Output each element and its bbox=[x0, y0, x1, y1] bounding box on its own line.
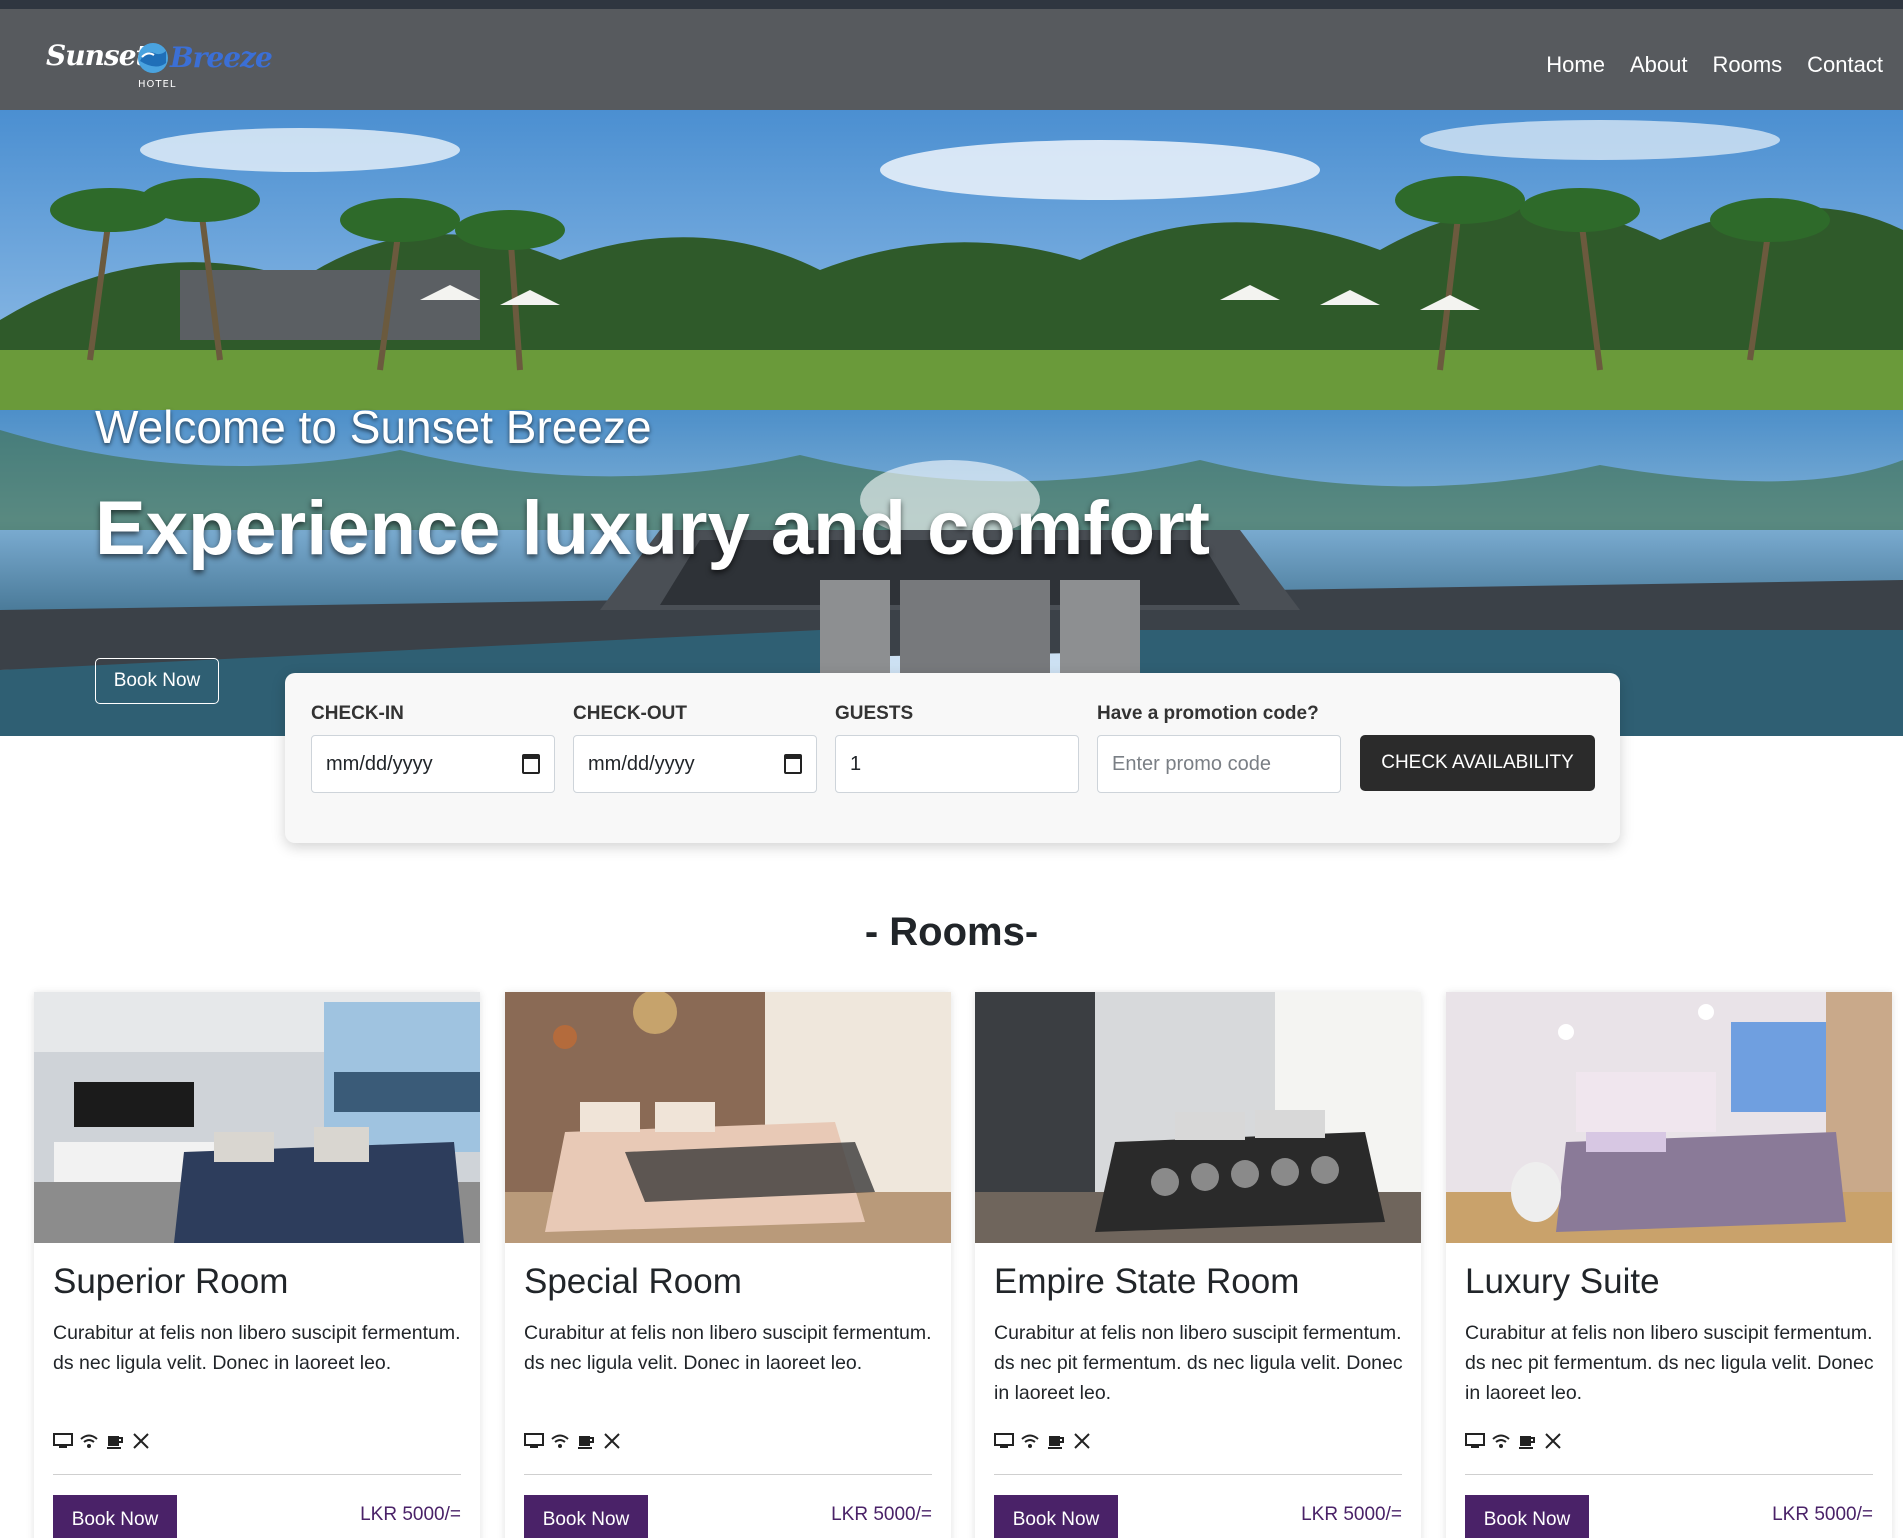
brand-logo[interactable]: Sunset Breeze HOTEL bbox=[46, 37, 276, 97]
logo-text-breeze: Breeze bbox=[170, 41, 273, 74]
room-image-special bbox=[505, 992, 951, 1243]
wave-icon bbox=[138, 43, 168, 73]
coffee-icon bbox=[105, 1432, 125, 1454]
room-description: Curabitur at felis non libero suscipit f… bbox=[53, 1322, 461, 1374]
room-description: Curabitur at felis non libero suscipit f… bbox=[524, 1322, 932, 1374]
guests-input[interactable]: 1 bbox=[835, 735, 1079, 793]
checkout-date-input[interactable]: mm/dd/yyyy bbox=[573, 735, 817, 793]
nav-about[interactable]: About bbox=[1630, 52, 1688, 78]
guests-field-group: GUESTS bbox=[835, 703, 913, 725]
room-price: LKR 5000/= bbox=[831, 1504, 932, 1525]
amenity-icons bbox=[994, 1432, 1098, 1454]
calendar-icon[interactable] bbox=[784, 754, 802, 774]
coffee-icon bbox=[1517, 1432, 1537, 1454]
checkout-value: mm/dd/yyyy bbox=[588, 752, 695, 775]
checkin-field-group: CHECK-IN bbox=[311, 703, 404, 725]
wifi-icon bbox=[79, 1432, 99, 1454]
calendar-icon[interactable] bbox=[522, 754, 540, 774]
room-title: Special Room bbox=[524, 1262, 742, 1301]
amenity-icons bbox=[524, 1432, 628, 1454]
divider bbox=[994, 1474, 1402, 1475]
room-card: Empire State Room Curabitur at felis non… bbox=[975, 992, 1421, 1538]
checkin-date-input[interactable]: mm/dd/yyyy bbox=[311, 735, 555, 793]
tv-icon bbox=[524, 1432, 544, 1454]
dining-icon bbox=[602, 1432, 622, 1454]
room-price: LKR 5000/= bbox=[1301, 1504, 1402, 1525]
book-now-button[interactable]: Book Now bbox=[53, 1495, 177, 1538]
room-title: Luxury Suite bbox=[1465, 1262, 1660, 1301]
guests-value: 1 bbox=[850, 752, 862, 775]
tv-icon bbox=[994, 1432, 1014, 1454]
checkout-label: CHECK-OUT bbox=[573, 703, 687, 724]
checkin-label: CHECK-IN bbox=[311, 703, 404, 724]
room-card: Luxury Suite Curabitur at felis non libe… bbox=[1446, 992, 1892, 1538]
room-card: Special Room Curabitur at felis non libe… bbox=[505, 992, 951, 1538]
navbar: Sunset Breeze HOTEL Home About Rooms Con… bbox=[0, 9, 1903, 110]
amenity-icons bbox=[53, 1432, 157, 1454]
room-title: Superior Room bbox=[53, 1262, 289, 1301]
booking-form: CHECK-IN mm/dd/yyyy CHECK-OUT mm/dd/yyyy… bbox=[285, 673, 1620, 843]
wifi-icon bbox=[1491, 1432, 1511, 1454]
room-image-superior bbox=[34, 992, 480, 1243]
room-price: LKR 5000/= bbox=[360, 1504, 461, 1525]
book-now-button[interactable]: Book Now bbox=[1465, 1495, 1589, 1538]
logo-text-sunset: Sunset bbox=[46, 39, 148, 72]
room-card: Superior Room Curabitur at felis non lib… bbox=[34, 992, 480, 1538]
coffee-icon bbox=[576, 1432, 596, 1454]
room-description: Curabitur at felis non libero suscipit f… bbox=[994, 1322, 1403, 1404]
check-availability-button[interactable]: CHECK AVAILABILITY bbox=[1360, 735, 1595, 791]
nav-rooms[interactable]: Rooms bbox=[1712, 52, 1782, 78]
hero-subtitle: Welcome to Sunset Breeze bbox=[95, 401, 652, 453]
wifi-icon bbox=[550, 1432, 570, 1454]
dining-icon bbox=[1072, 1432, 1092, 1454]
room-image-empire-state bbox=[975, 992, 1421, 1243]
nav-home[interactable]: Home bbox=[1546, 52, 1605, 78]
divider bbox=[53, 1474, 461, 1475]
rooms-section-title: - Rooms- bbox=[864, 910, 1039, 954]
dining-icon bbox=[131, 1432, 151, 1454]
amenity-icons bbox=[1465, 1432, 1569, 1454]
guests-label: GUESTS bbox=[835, 703, 914, 724]
tv-icon bbox=[1465, 1432, 1485, 1454]
checkin-value: mm/dd/yyyy bbox=[326, 752, 433, 775]
hero-title: Experience luxury and comfort bbox=[95, 486, 1210, 571]
tv-icon bbox=[53, 1432, 73, 1454]
nav-contact[interactable]: Contact bbox=[1807, 52, 1883, 78]
hero-banner: Welcome to Sunset Breeze Experience luxu… bbox=[0, 110, 1903, 736]
logo-tagline: HOTEL bbox=[138, 79, 177, 90]
book-now-button[interactable]: Book Now bbox=[994, 1495, 1118, 1538]
hero-book-now-button[interactable]: Book Now bbox=[95, 658, 219, 704]
promo-code-input[interactable]: Enter promo code bbox=[1097, 735, 1341, 793]
book-now-button[interactable]: Book Now bbox=[524, 1495, 648, 1538]
coffee-icon bbox=[1046, 1432, 1066, 1454]
promo-placeholder: Enter promo code bbox=[1112, 752, 1271, 775]
room-image-luxury-suite bbox=[1446, 992, 1892, 1243]
room-price: LKR 5000/= bbox=[1772, 1504, 1873, 1525]
main-nav: Home About Rooms Contact bbox=[1521, 52, 1883, 78]
checkout-field-group: CHECK-OUT bbox=[573, 703, 687, 725]
top-strip bbox=[0, 0, 1903, 9]
room-title: Empire State Room bbox=[994, 1262, 1300, 1301]
promo-field-group: Have a promotion code? bbox=[1097, 703, 1319, 725]
room-description: Curabitur at felis non libero suscipit f… bbox=[1465, 1322, 1874, 1404]
divider bbox=[524, 1474, 932, 1475]
dining-icon bbox=[1543, 1432, 1563, 1454]
wifi-icon bbox=[1020, 1432, 1040, 1454]
divider bbox=[1465, 1474, 1873, 1475]
promo-label: Have a promotion code? bbox=[1097, 703, 1319, 724]
